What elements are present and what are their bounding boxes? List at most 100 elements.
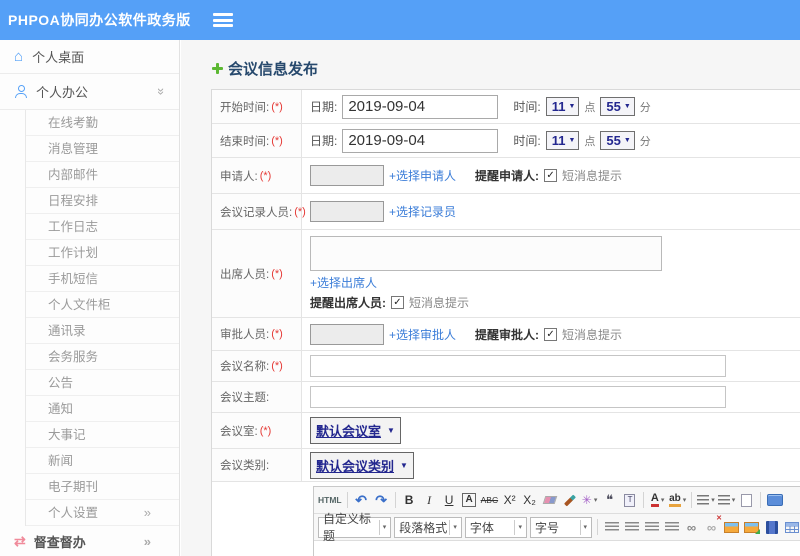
border-text-button[interactable]: A: [462, 493, 476, 507]
select-applicant-link[interactable]: +选择申请人: [389, 167, 456, 184]
insert-image-icon[interactable]: [723, 517, 740, 537]
sidebar-item-news[interactable]: 新闻: [26, 448, 179, 474]
fullscreen-icon[interactable]: [766, 490, 783, 510]
sidebar-item-file-cabinet[interactable]: 个人文件柜: [26, 292, 179, 318]
sidebar-item-e-journal[interactable]: 电子期刊: [26, 474, 179, 500]
sidebar-item-label: 个人办公: [36, 85, 89, 100]
hamburger-menu-icon[interactable]: [212, 13, 233, 27]
end-time-label: 结束时间:: [220, 135, 270, 148]
insert-media-icon[interactable]: [763, 517, 780, 537]
insert-link-icon[interactable]: ∞: [683, 517, 700, 537]
form-row-attendees: 出席人员: (*) +选择出席人 提醒出席人员: ✓ 短消息提示: [212, 230, 800, 318]
caret-down-icon: ▼: [568, 103, 576, 110]
attendees-textarea[interactable]: [310, 236, 662, 271]
eraser-icon[interactable]: [541, 490, 558, 510]
date-label: 日期:: [310, 100, 338, 114]
new-page-icon[interactable]: [738, 490, 755, 510]
caret-down-icon: ▾: [378, 519, 386, 535]
sidebar-item-personal-office[interactable]: 个人办公 »: [0, 74, 179, 110]
time-label: 时间:: [513, 134, 541, 148]
sidebar-item-supervision[interactable]: ⇄ 督查督办 »: [0, 526, 179, 556]
applicant-sms-checkbox[interactable]: ✓: [544, 169, 558, 182]
page-title-bar: 会议信息发布: [181, 40, 800, 89]
required-marker: (*): [259, 424, 272, 437]
start-minute-select[interactable]: 55 ▼: [600, 97, 635, 116]
end-hour-select[interactable]: 11 ▼: [545, 131, 580, 150]
italic-button[interactable]: I: [421, 490, 438, 510]
upload-image-icon[interactable]: [743, 517, 760, 537]
main-content: 会议信息发布 开始时间: (*) 日期: 时间: 11 ▼ 点: [181, 40, 800, 556]
editor-content-area[interactable]: [314, 541, 800, 556]
magic-wand-icon[interactable]: ✳ ▾: [581, 490, 598, 510]
meeting-name-input[interactable]: [310, 355, 726, 377]
caret-down-icon: ▼: [568, 137, 576, 144]
rich-text-editor: HTML ↶ ↷ B I U A ABC X² X₂ ✳ ▾ ❝ T A ▾ a…: [313, 486, 800, 556]
app-title: PHPOA协同办公软件政务版: [8, 12, 191, 28]
add-plus-icon: [211, 62, 224, 75]
align-center-icon[interactable]: [623, 517, 640, 537]
redo-icon[interactable]: ↷: [373, 490, 390, 510]
ordered-list-icon[interactable]: ▾: [697, 490, 715, 510]
meeting-category-label: 会议类别:: [220, 460, 270, 472]
align-left-icon[interactable]: [603, 517, 620, 537]
form-row-meeting-category: 会议类别: 默认会议类别 ▼: [212, 449, 800, 482]
sidebar-item-work-log[interactable]: 工作日志: [26, 214, 179, 240]
strikethrough-button[interactable]: ABC: [481, 490, 498, 510]
sidebar-item-message-management[interactable]: 消息管理: [26, 136, 179, 162]
approver-input[interactable]: [310, 323, 384, 345]
sidebar-item-sms[interactable]: 手机短信: [26, 266, 179, 292]
start-hour-select[interactable]: 11 ▼: [545, 97, 580, 116]
unordered-list-icon[interactable]: ▾: [717, 490, 735, 510]
align-justify-icon[interactable]: [663, 517, 680, 537]
sidebar-item-personal-settings[interactable]: 个人设置 »: [26, 500, 179, 526]
end-date-input[interactable]: [342, 128, 499, 153]
form-row-recorder: 会议记录人员: (*) +选择记录员: [212, 194, 800, 230]
paste-icon[interactable]: [621, 490, 638, 510]
select-recorder-link[interactable]: +选择记录员: [389, 203, 456, 220]
align-right-icon[interactable]: [643, 517, 660, 537]
attendees-sms-checkbox[interactable]: ✓: [391, 296, 404, 309]
remove-link-icon[interactable]: ∞: [703, 514, 722, 537]
app-header: PHPOA协同办公软件政务版: [0, 0, 800, 40]
required-marker: (*): [271, 360, 283, 372]
sidebar-item-internal-mail[interactable]: 内部邮件: [26, 162, 179, 188]
sidebar-item-work-plan[interactable]: 工作计划: [26, 240, 179, 266]
user-icon: [14, 85, 27, 98]
required-marker: (*): [271, 267, 283, 280]
underline-button[interactable]: U: [441, 490, 458, 510]
applicant-input[interactable]: [310, 165, 384, 186]
paragraph-format-select[interactable]: 段落格式 ▾: [394, 516, 462, 538]
select-approver-link[interactable]: +选择审批人: [389, 326, 456, 343]
sidebar-item-contacts[interactable]: 通讯录: [26, 318, 179, 344]
sidebar-item-schedule[interactable]: 日程安排: [26, 188, 179, 214]
insert-table-icon[interactable]: [783, 517, 800, 537]
sidebar-item-conference-service[interactable]: 会务服务: [26, 344, 179, 370]
select-attendees-link[interactable]: +选择出席人: [310, 274, 377, 291]
page-title: 会议信息发布: [228, 61, 319, 78]
sidebar-item-online-attendance[interactable]: 在线考勤: [26, 110, 179, 136]
html-source-button[interactable]: HTML: [318, 490, 342, 510]
remind-applicant-label: 提醒申请人:: [475, 169, 540, 183]
start-date-input[interactable]: [342, 94, 499, 119]
end-minute-select[interactable]: 55 ▼: [600, 131, 635, 150]
meeting-subject-input[interactable]: [310, 386, 726, 408]
format-brush-icon[interactable]: [561, 490, 578, 510]
undo-icon[interactable]: ↶: [353, 490, 370, 510]
meeting-room-select[interactable]: 默认会议室 ▼: [310, 417, 401, 444]
sidebar-item-personal-desktop[interactable]: ⌂ 个人桌面: [0, 40, 179, 74]
superscript-button[interactable]: X²: [501, 490, 518, 510]
font-color-button[interactable]: A ▾: [649, 490, 666, 510]
sidebar-item-announcement[interactable]: 公告: [26, 370, 179, 396]
font-family-select[interactable]: 字体 ▾: [464, 516, 527, 538]
custom-heading-select[interactable]: 自定义标题 ▾: [318, 512, 392, 543]
approver-sms-checkbox[interactable]: ✓: [544, 327, 558, 341]
blockquote-icon[interactable]: ❝: [601, 490, 618, 510]
sidebar-item-notice[interactable]: 通知: [26, 396, 179, 422]
highlight-color-button[interactable]: ab ▾: [669, 490, 686, 510]
sidebar-item-milestones[interactable]: 大事记: [26, 422, 179, 448]
recorder-input[interactable]: [310, 201, 384, 222]
font-size-select[interactable]: 字号 ▾: [529, 516, 593, 538]
subscript-button[interactable]: X₂: [521, 490, 538, 510]
meeting-category-select[interactable]: 默认会议类别 ▼: [310, 451, 414, 479]
bold-button[interactable]: B: [401, 490, 418, 510]
